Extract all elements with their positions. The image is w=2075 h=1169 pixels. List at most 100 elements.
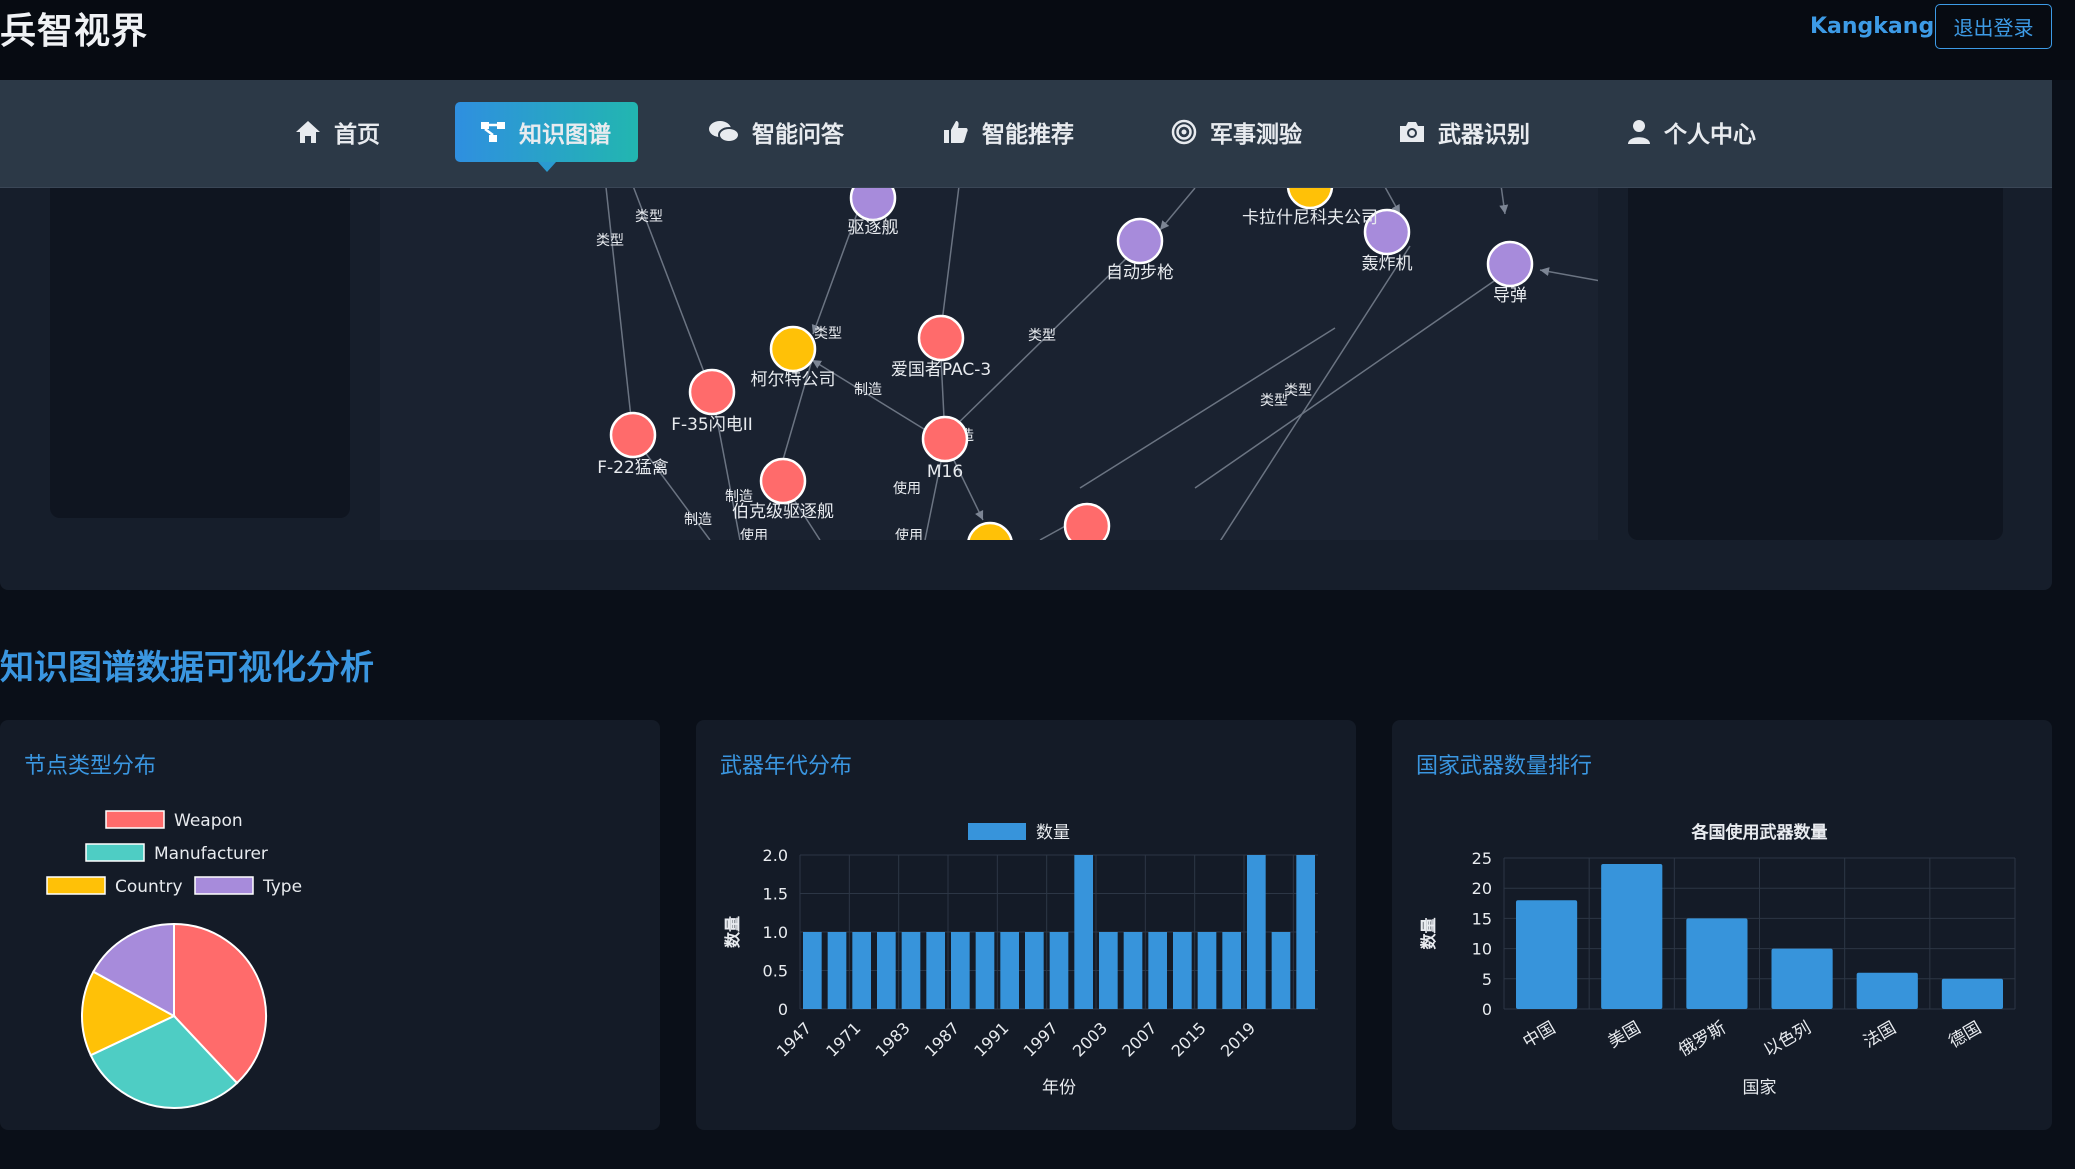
year-bar[interactable] xyxy=(852,932,871,1009)
year-bar[interactable] xyxy=(901,932,921,1009)
x-tick-label: 俄罗斯 xyxy=(1675,1018,1729,1061)
year-bar[interactable] xyxy=(975,932,995,1009)
nav-item-profile[interactable]: 个人中心 xyxy=(1602,102,1780,162)
main-nav: 首页 知识图谱 智能问答 智能推荐 军事测验 武器识别 个人中心 xyxy=(0,80,2052,188)
nav-label-recommend: 智能推荐 xyxy=(982,122,1074,148)
svg-text:类型: 类型 xyxy=(1260,393,1288,409)
year-bar[interactable] xyxy=(1173,932,1192,1009)
graph-label: 驱逐舰 xyxy=(848,218,899,238)
year-bar[interactable] xyxy=(1148,932,1167,1009)
graph-node-assault-rifle[interactable] xyxy=(1116,217,1164,265)
graph-node-burke-destroyer[interactable] xyxy=(759,457,807,505)
x-tick-label: 以色列 xyxy=(1760,1018,1814,1061)
legend-swatch-country[interactable] xyxy=(46,876,106,895)
nav-item-qa[interactable]: 智能问答 xyxy=(684,102,868,162)
legend-label-weapon: Weapon xyxy=(174,811,243,831)
year-bar[interactable] xyxy=(1271,932,1291,1009)
country-bar[interactable] xyxy=(1856,972,1918,1009)
graph-node-weapon[interactable] xyxy=(1063,502,1111,540)
svg-text:制造: 制造 xyxy=(684,512,712,528)
graph-label: 轰炸机 xyxy=(1362,254,1413,274)
nav-item-recommend[interactable]: 智能推荐 xyxy=(918,102,1098,162)
legend-label-type: Type xyxy=(262,877,302,897)
y-tick-label: 2.0 xyxy=(763,846,788,865)
graph-node-patriot-pac3[interactable] xyxy=(917,314,965,362)
analysis-section-title: 知识图谱数据可视化分析 xyxy=(0,648,374,688)
x-tick-label: 1947 xyxy=(773,1018,815,1060)
y-tick-label: 0 xyxy=(1482,1000,1492,1019)
chart-title: 各国使用武器数量 xyxy=(1691,822,1828,843)
user-icon xyxy=(1628,120,1650,144)
nav-label-qa: 智能问答 xyxy=(752,122,844,148)
year-bar[interactable] xyxy=(1000,932,1019,1009)
username-link[interactable]: Kangkang xyxy=(1810,14,1934,39)
graph-node-colt[interactable] xyxy=(769,325,817,373)
year-bar[interactable] xyxy=(877,932,896,1009)
country-bar-chart: 各国使用武器数量 0 5 10 15 20 25 中国 美国 俄罗斯 以色列 法国 德国国家 数量 xyxy=(1419,822,2016,1098)
year-bar-chart: 数量00.51.01.52.01947 1971 1983 1987 1991 1997 2… xyxy=(723,823,1318,1098)
legend-swatch-count[interactable] xyxy=(968,823,1026,840)
graph-label: 导弹 xyxy=(1493,286,1527,306)
y-tick-label: 20 xyxy=(1472,879,1492,898)
country-bar[interactable] xyxy=(1771,948,1833,1009)
graph-label: F-35闪电II xyxy=(671,415,753,435)
year-bar[interactable] xyxy=(1049,932,1069,1009)
y-tick-label: 15 xyxy=(1472,909,1492,928)
x-tick-label: 1987 xyxy=(921,1018,963,1060)
nav-label-home: 首页 xyxy=(334,122,380,148)
graph-node-m16[interactable] xyxy=(921,415,969,463)
graph-node-kalashnikov[interactable] xyxy=(1286,188,1334,210)
graph-label: 柯尔特公司 xyxy=(751,370,836,390)
y-tick-label: 0 xyxy=(778,1000,788,1019)
legend-swatch-manufacturer[interactable] xyxy=(85,843,145,862)
graph-node-f35[interactable] xyxy=(688,368,736,416)
knowledge-graph-canvas[interactable]: 类型 类型 类型 类型 类型 类型 制造 造 制造 制造 使用 使用 使用 xyxy=(380,188,1598,540)
y-tick-label: 5 xyxy=(1482,970,1492,989)
graph-label: 卡拉什尼科夫公司 xyxy=(1242,208,1378,228)
graph-node-destroyer[interactable] xyxy=(849,188,897,222)
country-bar[interactable] xyxy=(1686,918,1748,1009)
year-bar[interactable] xyxy=(951,932,970,1009)
legend-swatch-type[interactable] xyxy=(194,876,254,895)
graph-label: 爱国者PAC-3 xyxy=(891,360,991,380)
nav-item-knowledge-graph[interactable]: 知识图谱 xyxy=(455,102,638,172)
logout-button[interactable]: 退出登录 xyxy=(1935,4,2052,49)
x-tick-label: 1991 xyxy=(970,1018,1012,1060)
nav-label-profile: 个人中心 xyxy=(1664,122,1756,148)
chat-icon xyxy=(709,121,740,143)
year-bar[interactable] xyxy=(1222,932,1241,1009)
year-bar[interactable] xyxy=(1123,932,1143,1009)
nav-label-quiz: 军事测验 xyxy=(1210,122,1302,148)
svg-text:使用: 使用 xyxy=(895,527,923,540)
year-bar[interactable] xyxy=(1247,855,1266,1009)
target-icon xyxy=(1171,119,1197,145)
svg-text:使用: 使用 xyxy=(740,527,768,540)
y-tick-label: 1.0 xyxy=(763,923,788,942)
nav-item-quiz[interactable]: 军事测验 xyxy=(1146,102,1326,162)
year-bar[interactable] xyxy=(1197,932,1217,1009)
x-axis-title: 国家 xyxy=(1743,1078,1777,1098)
year-bar[interactable] xyxy=(1025,932,1044,1009)
y-tick-label: 10 xyxy=(1472,940,1492,959)
legend-label-manufacturer: Manufacturer xyxy=(154,844,268,864)
legend-swatch-weapon[interactable] xyxy=(105,810,165,829)
year-bar[interactable] xyxy=(1296,855,1315,1009)
year-bar[interactable] xyxy=(926,932,945,1009)
country-bar[interactable] xyxy=(1941,978,2003,1009)
nav-item-recognition[interactable]: 武器识别 xyxy=(1374,102,1554,162)
graph-node-f22[interactable] xyxy=(609,411,657,459)
year-bar[interactable] xyxy=(803,932,822,1009)
country-bar[interactable] xyxy=(1516,900,1578,1009)
year-bar[interactable] xyxy=(827,932,847,1009)
legend-label-count: 数量 xyxy=(1036,823,1070,843)
top-bar: 兵智视界 Kangkang 退出登录 xyxy=(0,0,2075,80)
year-bar[interactable] xyxy=(1074,855,1093,1009)
right-side-panel xyxy=(1628,188,2003,540)
graph-node-country[interactable] xyxy=(967,521,1013,540)
country-bar[interactable] xyxy=(1601,864,1663,1009)
y-axis-title: 数量 xyxy=(1419,917,1438,949)
x-tick-label: 1997 xyxy=(1020,1018,1062,1060)
nav-item-home[interactable]: 首页 xyxy=(270,102,404,162)
year-bar[interactable] xyxy=(1099,932,1118,1009)
graph-node-missile[interactable] xyxy=(1486,240,1534,288)
